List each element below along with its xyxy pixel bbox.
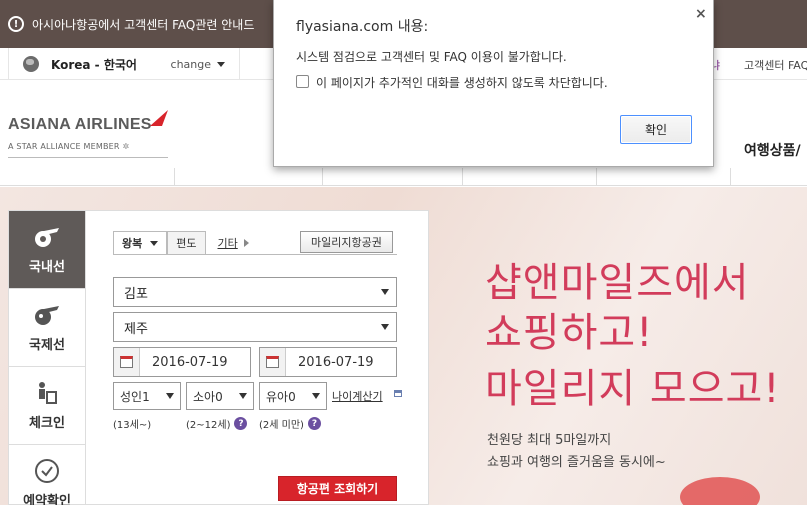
trip-tab-oneway[interactable]: 편도 (167, 231, 206, 255)
suppress-dialogs-label[interactable]: 이 페이지가 추가적인 대화를 생성하지 않도록 차단합니다. (316, 74, 608, 91)
clock-check-icon (35, 459, 59, 483)
arrival-select[interactable]: 제주 (113, 312, 397, 342)
util-link-customer-center[interactable]: 고객센터 FAQ (744, 57, 807, 73)
tab-reservation-check-label: 예약확인 (23, 494, 71, 505)
flight-search-button[interactable]: 항공편 조회하기 (278, 476, 397, 501)
trip-type-tabs: 왕복 편도 기타 (113, 231, 255, 255)
current-language: Korea - 한국어 (51, 57, 137, 72)
age-calculator-link[interactable]: 나이계산기 (332, 388, 383, 404)
infant-age-hint: (2세 미만)? (259, 416, 321, 431)
promo-subtext-1: 천원당 최대 5마일까지 (487, 433, 612, 448)
infant-count-select[interactable]: 유아0 (259, 382, 327, 410)
notice-text[interactable]: 아시아나항공에서 고객센터 FAQ관련 안내드 (32, 16, 254, 33)
promo-subtext-2: 쇼핑과 여행의 즐거움을 동시에~ (487, 455, 666, 470)
nav-item-tour-products[interactable]: 여행상품/ (744, 140, 801, 160)
popup-window-icon (394, 390, 402, 397)
departure-select[interactable]: 김포 (113, 277, 397, 307)
arrival-value: 제주 (124, 321, 148, 337)
tab-domestic[interactable]: 국내선 (9, 211, 85, 289)
global-nav-dividers (174, 168, 734, 186)
close-icon[interactable]: × (695, 6, 707, 22)
adult-age-hint: (13세~) (113, 420, 152, 431)
globe-icon (23, 56, 39, 72)
service-tabs: 국내선 국제선 체크인 예약확인 (8, 210, 86, 505)
promo-decoration (680, 477, 760, 505)
trip-tab-etc[interactable]: 기타 (205, 231, 255, 255)
ok-button[interactable]: 확인 (620, 115, 692, 144)
tab-checkin[interactable]: 체크인 (9, 367, 85, 445)
dialog-message: 시스템 점검으로 고객센터 및 FAQ 이용이 불가합니다. (296, 50, 567, 64)
checkin-icon (39, 382, 57, 404)
dropdown-arrow-icon (312, 393, 320, 399)
logo-divider (8, 157, 168, 158)
booking-panel: 왕복 편도 기타 마일리지항공권 김포 제주 2016-07-19 2016-0… (86, 210, 429, 505)
chevron-down-icon (217, 61, 225, 67)
dropdown-arrow-icon (381, 289, 389, 295)
chevron-right-icon (243, 239, 249, 247)
star-alliance-icon: ✲ (122, 142, 130, 151)
wing-logo-icon (150, 110, 168, 126)
tab-international[interactable]: 국제선 (9, 289, 85, 367)
international-plane-icon (35, 306, 59, 325)
dropdown-arrow-icon (166, 393, 174, 399)
dialog-title: flyasiana.com 내용: (296, 19, 429, 35)
trip-tab-roundtrip[interactable]: 왕복 (113, 231, 168, 255)
tab-reservation-check[interactable]: 예약확인 (9, 445, 85, 505)
child-age-hint: (2~12세)? (186, 416, 248, 431)
promo-headline-1: 샵앤마일즈에서 (485, 260, 750, 306)
promo-headline-2: 쇼핑하고! (485, 310, 654, 356)
asiana-logo[interactable]: ASIANA AIRLINES A STAR ALLIANCE MEMBER ✲ (8, 110, 168, 158)
suppress-dialogs-checkbox[interactable] (296, 75, 309, 88)
trip-tab-divider (113, 254, 397, 255)
logo-name: ASIANA AIRLINES (8, 116, 152, 133)
promo-headline-3: 마일리지 모으고! (485, 366, 781, 412)
tab-international-label: 국제선 (29, 338, 65, 353)
return-date-value: 2016-07-19 (298, 354, 374, 370)
adult-count-select[interactable]: 성인1 (113, 382, 181, 410)
alert-dialog: flyasiana.com 내용: × 시스템 점검으로 고객센터 및 FAQ … (273, 0, 714, 167)
help-icon[interactable]: ? (307, 417, 321, 430)
departure-date-value: 2016-07-19 (152, 354, 228, 370)
mileage-ticket-button[interactable]: 마일리지항공권 (300, 231, 393, 253)
calendar-icon[interactable] (114, 348, 140, 376)
language-change-button[interactable]: change (171, 58, 225, 71)
child-count-select[interactable]: 소아0 (186, 382, 254, 410)
help-icon[interactable]: ? (234, 417, 248, 430)
dropdown-arrow-icon (381, 324, 389, 330)
warning-icon: ! (8, 16, 24, 32)
tab-checkin-label: 체크인 (29, 416, 65, 431)
departure-value: 김포 (124, 286, 148, 302)
departure-date-field[interactable]: 2016-07-19 (113, 347, 251, 377)
chevron-down-icon (150, 240, 159, 246)
dropdown-arrow-icon (239, 393, 247, 399)
domestic-plane-icon (35, 228, 59, 247)
calendar-icon[interactable] (260, 348, 286, 376)
language-selector[interactable]: Korea - 한국어 change (8, 48, 240, 80)
logo-subtitle: A STAR ALLIANCE MEMBER ✲ (8, 142, 130, 151)
return-date-field[interactable]: 2016-07-19 (259, 347, 397, 377)
tab-domestic-label: 국내선 (29, 260, 65, 275)
